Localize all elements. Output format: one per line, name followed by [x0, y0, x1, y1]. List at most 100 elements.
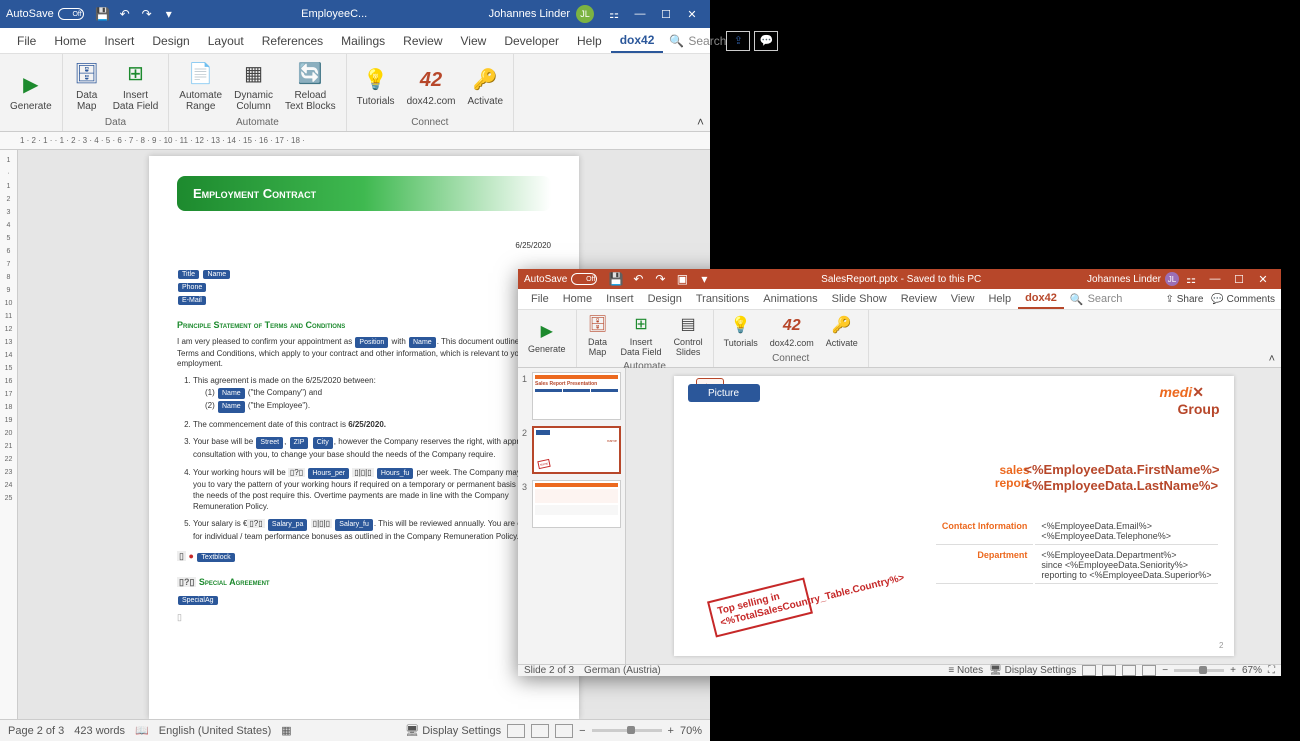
tab-view[interactable]: View [452, 30, 496, 52]
ppt-zoom-out-icon[interactable]: − [1162, 665, 1168, 676]
ppt-activate-button[interactable]: 🔑Activate [820, 312, 864, 352]
ppt-tutorials-button[interactable]: 💡Tutorials [718, 312, 764, 352]
automate-range-button[interactable]: 📄Automate Range [173, 56, 228, 116]
field-email[interactable]: E-Mail [178, 296, 206, 305]
tab-layout[interactable]: Layout [199, 30, 253, 52]
insert-data-field-button[interactable]: ⊞Insert Data Field [107, 56, 165, 116]
ppt-collapse-ribbon-icon[interactable]: ˄ [1263, 351, 1281, 367]
ppt-ribbon-options-icon[interactable]: ⚏ [1179, 269, 1203, 289]
ppt-share-button[interactable]: ⇪ Share [1166, 294, 1204, 305]
horizontal-ruler[interactable]: 1 · 2 · 1 · · 1 · 2 · 3 · 4 · 5 · 6 · 7 … [0, 132, 710, 150]
ppt-fit-icon[interactable]: ⛶ [1268, 665, 1275, 676]
ppt-view-normal-icon[interactable] [1082, 665, 1096, 676]
ppt-zoom-in-icon[interactable]: + [1230, 665, 1236, 676]
tab-developer[interactable]: Developer [495, 30, 568, 52]
ppt-dox42com-button[interactable]: 42dox42.com [764, 312, 820, 352]
ppt-view-reading-icon[interactable] [1122, 665, 1136, 676]
tab-help[interactable]: Help [568, 30, 611, 52]
ppt-notes-button[interactable]: ≡ Notes [948, 665, 983, 676]
zoom-level[interactable]: 70% [680, 725, 702, 737]
ppt-display-settings[interactable]: 🖥 Display Settings [989, 665, 1076, 676]
dox42com-button[interactable]: 42dox42.com [401, 56, 462, 116]
ppt-close-icon[interactable]: ✕ [1251, 269, 1275, 289]
thumbnail-1[interactable]: Sales Report Presentation [532, 372, 621, 420]
thumbnail-2[interactable]: namestamp [532, 426, 621, 474]
search-box[interactable]: 🔍 Search [669, 34, 726, 48]
view-focus-icon[interactable] [507, 724, 525, 738]
maximize-icon[interactable]: ☐ [654, 4, 678, 24]
field-phone[interactable]: Phone [178, 283, 206, 292]
ppt-tab-transitions[interactable]: Transitions [689, 290, 756, 308]
status-language[interactable]: English (United States) [159, 725, 272, 737]
ppt-slideshow-icon[interactable]: ▣ [674, 271, 690, 287]
slide-canvas[interactable]: ⚙● Picture medi✕Group salesreport <%Empl… [674, 376, 1234, 656]
ppt-generate-button[interactable]: ▶Generate [522, 312, 572, 363]
ppt-tab-file[interactable]: File [524, 290, 556, 308]
slide-editor[interactable]: ⚙● Picture medi✕Group salesreport <%Empl… [626, 368, 1281, 664]
ppt-search-box[interactable]: 🔍 Search [1070, 293, 1123, 306]
ppt-user-avatar[interactable]: JL [1165, 272, 1179, 286]
ppt-save-icon[interactable]: 💾 [608, 271, 624, 287]
picture-placeholder[interactable]: Picture [688, 384, 760, 402]
share-icon[interactable]: ⇪ [726, 31, 750, 51]
field-title[interactable]: Title [178, 270, 199, 279]
ppt-autosave-toggle[interactable]: AutoSave Off [524, 273, 597, 285]
tutorials-button[interactable]: 💡Tutorials [351, 56, 401, 116]
ppt-zoom-slider[interactable] [1174, 669, 1224, 672]
spellcheck-icon[interactable]: 📖 [135, 724, 149, 737]
status-page[interactable]: Page 2 of 3 [8, 725, 64, 737]
ppt-minimize-icon[interactable]: — [1203, 269, 1227, 289]
ppt-tab-insert[interactable]: Insert [599, 290, 641, 308]
tab-mailings[interactable]: Mailings [332, 30, 394, 52]
display-settings[interactable]: 🖥 Display Settings [405, 724, 501, 737]
ppt-tab-home[interactable]: Home [556, 290, 599, 308]
qat-dropdown-icon[interactable]: ▾ [161, 6, 177, 22]
field-name[interactable]: Name [203, 270, 230, 279]
tab-review[interactable]: Review [394, 30, 451, 52]
save-icon[interactable]: 💾 [95, 6, 111, 22]
tab-insert[interactable]: Insert [95, 30, 143, 52]
tab-home[interactable]: Home [45, 30, 95, 52]
vertical-ruler[interactable]: 1·12345678910111213141516171819202122232… [0, 150, 18, 719]
ppt-status-slide[interactable]: Slide 2 of 3 [524, 665, 574, 676]
close-icon[interactable]: ✕ [680, 4, 704, 24]
ppt-tab-animations[interactable]: Animations [756, 290, 824, 308]
status-words[interactable]: 423 words [74, 725, 125, 737]
tab-references[interactable]: References [253, 30, 332, 52]
autosave-toggle[interactable]: AutoSave Off [6, 8, 84, 20]
generate-button[interactable]: ▶Generate [4, 56, 58, 127]
ribbon-options-icon[interactable]: ⚏ [602, 4, 626, 24]
ppt-zoom-level[interactable]: 67% [1242, 665, 1262, 676]
minimize-icon[interactable]: — [628, 4, 652, 24]
collapse-ribbon-icon[interactable]: ˄ [691, 114, 710, 131]
dynamic-column-button[interactable]: ▦Dynamic Column [228, 56, 279, 116]
zoom-slider[interactable] [592, 729, 662, 732]
top-selling-stamp[interactable]: Top selling in <%TotalSalesCountry_Table… [707, 577, 813, 637]
ppt-tab-view[interactable]: View [944, 290, 982, 308]
data-map-button[interactable]: 🗄Data Map [67, 56, 107, 116]
activate-button[interactable]: 🔑Activate [461, 56, 509, 116]
thumbnail-3[interactable] [532, 480, 621, 528]
tab-file[interactable]: File [8, 30, 45, 52]
view-print-icon[interactable] [531, 724, 549, 738]
zoom-out-icon[interactable]: − [579, 725, 585, 737]
tab-dox42[interactable]: dox42 [611, 29, 664, 53]
ppt-status-language[interactable]: German (Austria) [584, 665, 661, 676]
reload-text-blocks-button[interactable]: 🔄Reload Text Blocks [279, 56, 342, 116]
ppt-tab-dox42[interactable]: dox42 [1018, 289, 1064, 309]
ppt-data-map-button[interactable]: 🗄Data Map [581, 312, 615, 360]
ppt-undo-icon[interactable]: ↶ [630, 271, 646, 287]
ppt-redo-icon[interactable]: ↷ [652, 271, 668, 287]
ppt-tab-help[interactable]: Help [981, 290, 1018, 308]
ppt-view-sorter-icon[interactable] [1102, 665, 1116, 676]
ppt-qat-dropdown-icon[interactable]: ▾ [696, 271, 712, 287]
redo-icon[interactable]: ↷ [139, 6, 155, 22]
view-web-icon[interactable] [555, 724, 573, 738]
ppt-comments-button[interactable]: 💬 Comments [1211, 294, 1275, 305]
macros-icon[interactable]: ▦ [281, 724, 291, 737]
ppt-tab-review[interactable]: Review [894, 290, 944, 308]
document-page[interactable]: Employment Contract 6/25/2020 Title Name… [149, 156, 579, 719]
ppt-control-slides-button[interactable]: ▤Control Slides [668, 312, 709, 360]
undo-icon[interactable]: ↶ [117, 6, 133, 22]
user-avatar[interactable]: JL [576, 5, 594, 23]
